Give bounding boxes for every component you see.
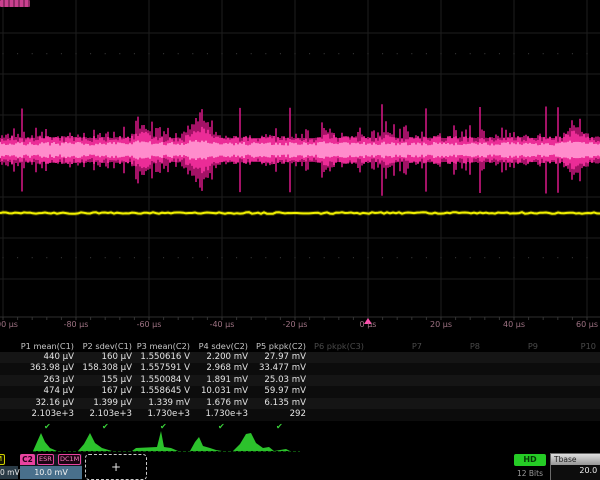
measure-cell: 167 µV bbox=[70, 386, 132, 398]
c1-waveform-trace bbox=[0, 212, 600, 214]
measure-param-header[interactable]: P4 sdev(C2) bbox=[182, 340, 248, 352]
measure-cell: 1.730e+3 bbox=[186, 409, 248, 421]
add-trace-button[interactable]: + bbox=[85, 454, 147, 480]
measure-row-min: 263 µV155 µV1.550084 V1.891 mV25.03 mV bbox=[0, 375, 600, 387]
measure-cell: 2.200 mV bbox=[186, 352, 248, 364]
measure-param-header[interactable]: P1 mean(C1) bbox=[8, 340, 74, 352]
measure-param-header[interactable]: P6 pkpk(C3) bbox=[298, 340, 364, 352]
measure-param-header[interactable]: P10 bbox=[530, 340, 596, 352]
measure-param-header[interactable]: P8 bbox=[414, 340, 480, 352]
timebase-value: 20.0 µs bbox=[579, 466, 600, 475]
histicon bbox=[132, 431, 178, 451]
measure-param-header[interactable]: P9 bbox=[472, 340, 538, 352]
waveform-graticule bbox=[0, 0, 600, 335]
measure-param-header[interactable]: P3 mean(C2) bbox=[124, 340, 190, 352]
measure-cell: 1.399 µV bbox=[70, 398, 132, 410]
channel-c2-descriptor[interactable]: C2 ESR DC1M 10.0 mV bbox=[20, 454, 82, 480]
histicon bbox=[78, 433, 112, 451]
measure-cell: 27.97 mV bbox=[244, 352, 306, 364]
time-axis: -100 µs -80 µs -60 µs -40 µs -20 µs 0 µs 20 µs… bbox=[0, 318, 600, 332]
measure-cell: 155 µV bbox=[70, 375, 132, 387]
time-axis-label: 40 µs bbox=[503, 320, 525, 329]
measure-param-header[interactable]: P7 bbox=[356, 340, 422, 352]
measure-cell: 1.676 mV bbox=[186, 398, 248, 410]
measure-cell: 363.98 µV bbox=[12, 363, 74, 375]
measurement-table: P1 mean(C1)P2 sdev(C1)P3 mean(C2)P4 sdev… bbox=[0, 340, 600, 432]
measure-param-header[interactable]: P2 sdev(C1) bbox=[66, 340, 132, 352]
timebase-descriptor[interactable]: Tbase 20.0 µs bbox=[550, 453, 600, 480]
measure-row-sdev: 32.16 µV1.399 µV1.339 mV1.676 mV6.135 mV bbox=[0, 398, 600, 410]
measure-cell: 33.477 mV bbox=[244, 363, 306, 375]
measure-row-num: 2.103e+32.103e+31.730e+31.730e+3292 bbox=[0, 409, 600, 421]
measure-cell: 1.891 mV bbox=[186, 375, 248, 387]
measure-cell: 59.97 mV bbox=[244, 386, 306, 398]
c2-waveform-trace bbox=[0, 104, 600, 195]
time-axis-label: -40 µs bbox=[210, 320, 235, 329]
hd-mode-badge[interactable]: HD bbox=[514, 454, 546, 466]
time-axis-label: -60 µs bbox=[137, 320, 162, 329]
measure-cell: 1.557591 V bbox=[128, 363, 190, 375]
c1-coupling-badge: DC1M bbox=[0, 454, 5, 465]
c2-vertical-scale: 10.0 mV bbox=[20, 466, 82, 479]
measure-cell: 1.558645 V bbox=[128, 386, 190, 398]
c1-vertical-scale: 0 mV bbox=[0, 466, 18, 479]
time-axis-label: -100 µs bbox=[0, 320, 18, 329]
measure-cell: 10.031 mV bbox=[186, 386, 248, 398]
measure-cell: 2.103e+3 bbox=[70, 409, 132, 421]
time-axis-label: -20 µs bbox=[283, 320, 308, 329]
measure-cell: 1.550084 V bbox=[128, 375, 190, 387]
oscilloscope-screen: -100 µs -80 µs -60 µs -40 µs -20 µs 0 µs 20 µs… bbox=[0, 0, 600, 480]
measure-header-row: P1 mean(C1)P2 sdev(C1)P3 mean(C2)P4 sdev… bbox=[0, 340, 600, 352]
measure-cell: 158.308 µV bbox=[70, 363, 132, 375]
bottom-status-bar: DC1M 0 mV C2 ESR DC1M 10.0 mV + HD 12 Bi… bbox=[0, 453, 600, 480]
time-axis-label: 20 µs bbox=[430, 320, 452, 329]
c2-esr-badge: ESR bbox=[37, 454, 54, 465]
trace-annotation-badge bbox=[0, 0, 30, 7]
histicon bbox=[190, 437, 222, 451]
measure-param-header[interactable]: P5 pkpk(C2) bbox=[240, 340, 306, 352]
c2-coupling-badge: DC1M bbox=[58, 454, 81, 465]
measurement-histicons bbox=[0, 430, 600, 454]
time-axis-label: 60 µs bbox=[576, 320, 598, 329]
measure-cell: 440 µV bbox=[12, 352, 74, 364]
channel-c1-descriptor[interactable]: DC1M 0 mV bbox=[0, 454, 18, 480]
measure-cell: 160 µV bbox=[70, 352, 132, 364]
measure-cell: 263 µV bbox=[12, 375, 74, 387]
measure-cell: 1.339 mV bbox=[128, 398, 190, 410]
measure-cell: 1.730e+3 bbox=[128, 409, 190, 421]
measure-cell: 474 µV bbox=[12, 386, 74, 398]
measure-row-value: 440 µV160 µV1.550616 V2.200 mV27.97 mV bbox=[0, 352, 600, 364]
measure-cell: 25.03 mV bbox=[244, 375, 306, 387]
time-axis-label: 0 µs bbox=[360, 320, 377, 329]
histicon bbox=[233, 433, 290, 451]
measure-cell: 2.103e+3 bbox=[12, 409, 74, 421]
measure-cell: 1.550616 V bbox=[128, 352, 190, 364]
measure-cell: 2.968 mV bbox=[186, 363, 248, 375]
histicon bbox=[33, 433, 57, 451]
c2-channel-tab[interactable]: C2 bbox=[20, 454, 35, 465]
timebase-title: Tbase bbox=[551, 454, 600, 465]
measure-cell: 292 bbox=[244, 409, 306, 421]
measure-row-mean: 363.98 µV158.308 µV1.557591 V2.968 mV33.… bbox=[0, 363, 600, 375]
measure-cell: 32.16 µV bbox=[12, 398, 74, 410]
time-axis-label: -80 µs bbox=[64, 320, 89, 329]
hd-bits-label: 12 Bits bbox=[514, 469, 546, 478]
measure-row-max: 474 µV167 µV1.558645 V10.031 mV59.97 mV bbox=[0, 386, 600, 398]
measure-cell: 6.135 mV bbox=[244, 398, 306, 410]
